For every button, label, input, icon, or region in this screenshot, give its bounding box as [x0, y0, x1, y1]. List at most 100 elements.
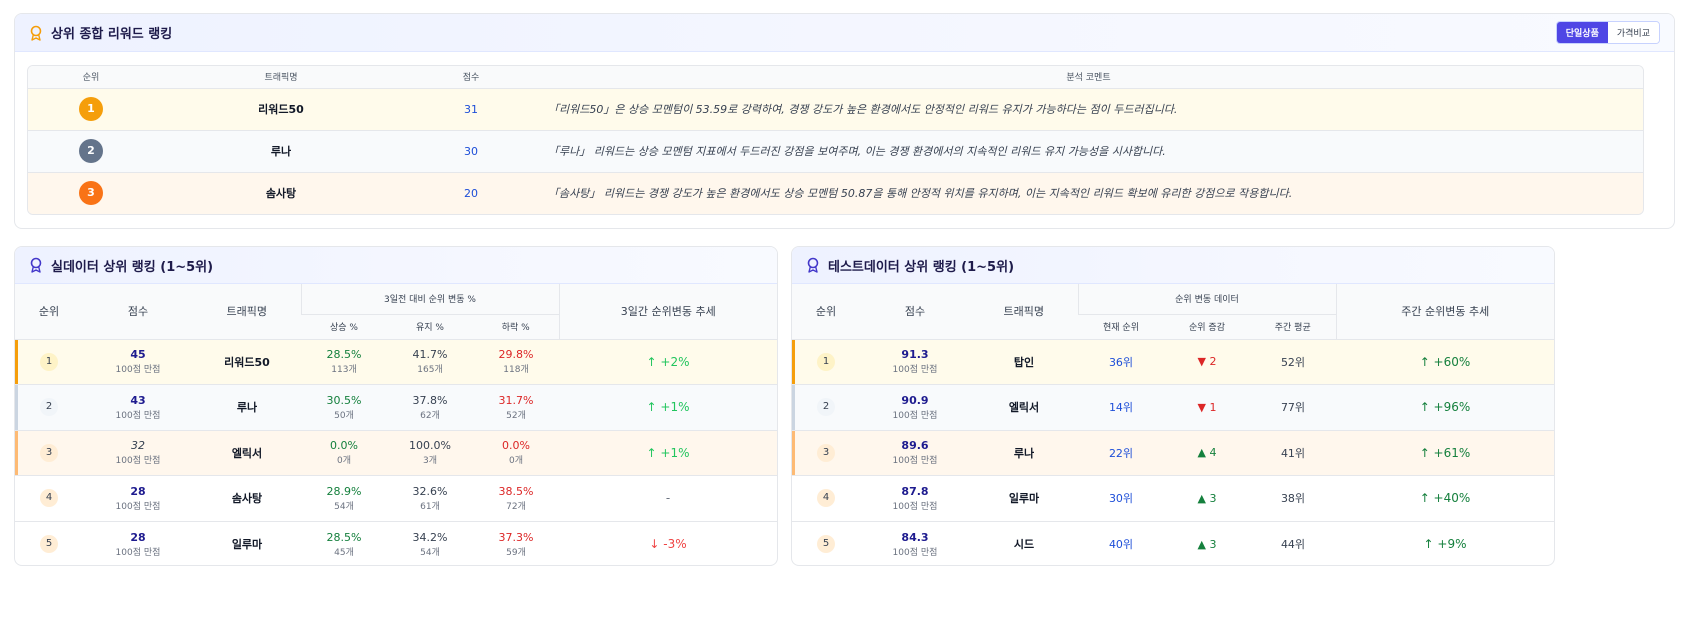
analysis-comment: 「리워드50」은 상승 모멘텀이 53.59로 강력하여, 경쟁 강도가 높은 …: [534, 88, 1643, 131]
down-count: 118개: [503, 365, 529, 376]
up-count: 54개: [334, 501, 354, 512]
traffic-name: 솜사탕: [193, 475, 301, 522]
col-group-rank-data: 순위 변동 데이터: [1077, 284, 1337, 315]
award-ribbon-icon: [30, 25, 42, 41]
down-count: 72개: [506, 501, 526, 512]
keep-pct: 37.8%: [412, 393, 448, 407]
col-traffic-name: 트래픽명: [970, 284, 1078, 340]
table-row[interactable]: 3 솜사탕 20 「솜사탕」 리워드는 경쟁 강도가 높은 환경에서도 상승 모…: [28, 172, 1643, 214]
score: 90.9: [901, 393, 929, 407]
weekly-avg: 52위: [1250, 339, 1336, 385]
keep-count: 61개: [420, 501, 440, 512]
traffic-name: 엘릭서: [970, 384, 1078, 431]
rank-delta: ▼ 1: [1164, 384, 1250, 431]
rank-chip: 1: [817, 352, 835, 371]
score: 43: [130, 393, 146, 407]
score: 91.3: [901, 348, 929, 362]
trend-value: -: [559, 475, 777, 522]
keep-pct: 41.7%: [412, 348, 448, 362]
down-count: 0개: [509, 456, 524, 467]
trend-value: ↑ +1%: [559, 430, 777, 476]
col-current-rank: 현재 순위: [1078, 314, 1164, 340]
score-max-label: 100점 만점: [115, 365, 161, 376]
col-rank-delta: 순위 증감: [1164, 314, 1250, 340]
trend-value: ↑ +61%: [1336, 430, 1554, 476]
trend-value: ↑ +40%: [1336, 475, 1554, 522]
score-max-label: 100점 만점: [892, 501, 938, 512]
up-count: 0개: [336, 456, 351, 467]
score: 30: [408, 130, 534, 173]
table-row[interactable]: 5 84.3 100점 만점 시드 40위 ▲ 3 44위 ↑ +9%: [792, 521, 1554, 565]
score: 45: [130, 348, 146, 362]
table-row[interactable]: 2 43 100점 만점 루나 30.5% 50개 37.8% 62개 31.7% 52…: [15, 384, 777, 431]
award-ribbon-icon: [807, 257, 819, 273]
toggle-price-compare[interactable]: 가격비교: [1607, 22, 1659, 43]
award-ribbon-icon: [30, 257, 42, 273]
trend-value: ↑ +9%: [1423, 537, 1467, 551]
table-row[interactable]: 1 45 100점 만점 리워드50 28.5% 113개 41.7% 165개 29…: [15, 339, 777, 385]
score: 20: [408, 172, 534, 214]
up-pct: 28.9%: [326, 484, 362, 498]
rank-chip: 3: [40, 443, 58, 462]
col-traffic-name: 트래픽명: [193, 284, 301, 340]
col-down: 하락 %: [473, 314, 560, 340]
keep-count: 3개: [422, 456, 437, 467]
up-count: 45개: [334, 547, 354, 558]
traffic-name: 솜사탕: [154, 172, 408, 214]
rank-chip: 1: [40, 352, 58, 371]
score-max-label: 100점 만점: [115, 547, 161, 558]
down-count: 59개: [506, 547, 526, 558]
test-ranking-table: 순위 점수 트래픽명 순위 변동 데이터 주간 순위변동 추세 현재 순위 순위…: [792, 284, 1554, 565]
real-panel-title: 실데이터 상위 랭킹 (1~5위): [51, 259, 214, 275]
table-row[interactable]: 4 28 100점 만점 솜사탕 28.9% 54개 32.6% 61개 38.5% 7…: [15, 475, 777, 522]
rank-badge: 2: [79, 139, 103, 163]
col-rank: 순위: [15, 284, 83, 340]
keep-count: 54개: [420, 547, 440, 558]
up-pct: 28.5%: [326, 348, 362, 362]
table-row[interactable]: 2 루나 30 「루나」 리워드는 상승 모멘텀 지표에서 두드러진 강점을 보…: [28, 130, 1643, 173]
keep-count: 62개: [420, 410, 440, 421]
rank-delta: ▲ 3: [1164, 475, 1250, 522]
col-score: 점수: [83, 284, 193, 340]
rank-badge: 3: [79, 181, 103, 206]
table-row[interactable]: 4 87.8 100점 만점 일루마 30위 ▲ 3 38위 ↑ +40%: [792, 475, 1554, 522]
trend-value: ↑ +60%: [1336, 339, 1554, 385]
col-group-rank-change: 3일전 대비 순위 변동 %: [300, 284, 560, 315]
test-data-ranking-panel: 테스트데이터 상위 랭킹 (1~5위) 순위 점수 트래픽명 순위 변동 데이터…: [791, 246, 1555, 566]
rank-chip: 5: [817, 535, 835, 553]
trend-value: ↑ +96%: [1336, 384, 1554, 431]
table-row[interactable]: 3 89.6 100점 만점 루나 22위 ▲ 4 41위 ↑ +61%: [792, 430, 1554, 476]
table-row[interactable]: 1 리워드50 31 「리워드50」은 상승 모멘텀이 53.59로 강력하여,…: [28, 88, 1643, 131]
weekly-avg: 38위: [1250, 475, 1336, 522]
real-data-ranking-panel: 실데이터 상위 랭킹 (1~5위) 순위 점수 트래픽명 3일전 대비 순위 변…: [14, 246, 778, 566]
top-reward-ranking-panel: 상위 종합 리워드 랭킹 단일상품 가격비교 순위 트래픽명 점수 분석 코멘트…: [14, 13, 1675, 229]
col-rank: 순위: [792, 284, 860, 340]
col-keep: 유지 %: [387, 314, 473, 340]
table-row[interactable]: 5 28 100점 만점 일루마 28.5% 45개 34.2% 54개 37.3% 5…: [15, 521, 777, 565]
toggle-single-product[interactable]: 단일상품: [1556, 22, 1608, 43]
traffic-name: 탑인: [970, 339, 1078, 385]
real-ranking-table: 순위 점수 트래픽명 3일전 대비 순위 변동 % 3일간 순위변동 추세 상승…: [15, 284, 777, 565]
up-count: 113개: [331, 365, 357, 376]
down-pct: 38.5%: [498, 484, 534, 498]
table-row[interactable]: 2 90.9 100점 만점 엘릭서 14위 ▼ 1 77위 ↑ +96%: [792, 384, 1554, 431]
traffic-name: 일루마: [231, 538, 263, 551]
current-rank: 14위: [1078, 384, 1164, 431]
current-rank: 30위: [1078, 475, 1164, 522]
down-pct: 31.7%: [498, 393, 534, 407]
table-row[interactable]: 1 91.3 100점 만점 탑인 36위 ▼ 2 52위 ↑ +60%: [792, 339, 1554, 385]
col-traffic-name: 트래픽명: [154, 66, 408, 89]
traffic-name: 리워드50: [154, 88, 408, 131]
traffic-name: 일루마: [970, 475, 1078, 522]
score-max-label: 100점 만점: [892, 547, 938, 558]
rank-delta: ▲ 3: [1197, 537, 1217, 551]
rank-chip: 2: [40, 398, 58, 417]
score-max-label: 100점 만점: [892, 410, 938, 421]
score-max-label: 100점 만점: [892, 456, 938, 467]
view-toggle[interactable]: 단일상품 가격비교: [1555, 21, 1660, 44]
top-panel-header: 상위 종합 리워드 랭킹 단일상품 가격비교: [15, 14, 1674, 52]
table-row[interactable]: 3 32 100점 만점 엘릭서 0.0% 0개 100.0% 3개 0.0% 0개 ↑…: [15, 430, 777, 476]
current-rank: 36위: [1078, 339, 1164, 385]
rank-chip: 3: [817, 443, 835, 462]
top-ranking-table: 순위 트래픽명 점수 분석 코멘트 1 리워드50 31 「리워드50」은 상승…: [27, 65, 1644, 215]
